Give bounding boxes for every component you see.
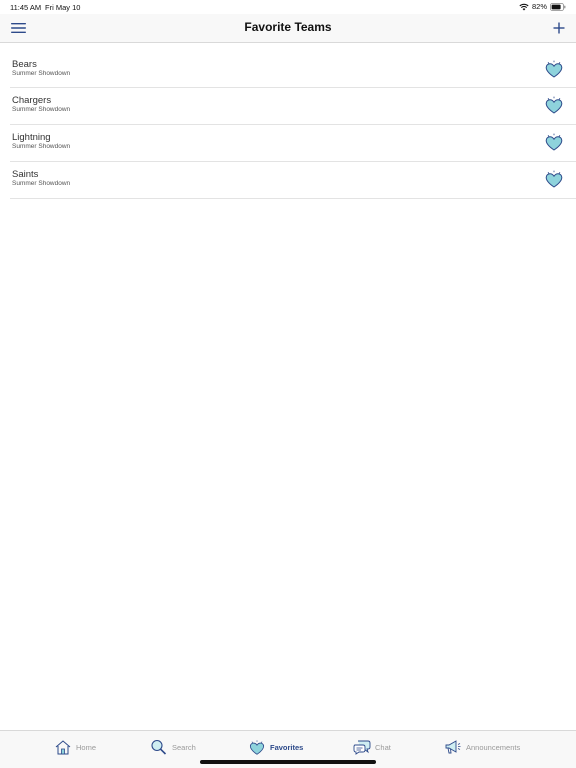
- battery-percent: 82%: [531, 2, 547, 11]
- team-name: Lightning: [12, 132, 51, 143]
- tab-label: Search: [172, 742, 196, 752]
- list-item[interactable]: Saints Summer Showdown: [10, 162, 576, 199]
- plus-icon: [553, 22, 565, 34]
- status-time: 11:45 AM: [10, 3, 42, 12]
- navigation-bar: Favorite Teams: [0, 14, 576, 43]
- chat-icon: [353, 740, 371, 755]
- heart-icon: [249, 739, 265, 755]
- tab-home[interactable]: Home: [54, 738, 96, 756]
- tab-favorites[interactable]: Favorites: [248, 738, 303, 756]
- search-icon: [151, 739, 167, 755]
- list-item[interactable]: Chargers Summer Showdown: [10, 88, 576, 125]
- list-item[interactable]: Bears Summer Showdown: [10, 52, 576, 88]
- wifi-icon: [519, 3, 529, 11]
- battery-icon: [550, 2, 566, 11]
- status-bar: 11:45 AM Fri May 10 82%: [0, 0, 576, 14]
- tab-chat[interactable]: Chat: [353, 738, 391, 756]
- tab-label: Announcements: [466, 742, 521, 752]
- list-item[interactable]: Lightning Summer Showdown: [10, 125, 576, 162]
- team-event: Summer Showdown: [12, 70, 71, 77]
- tab-announcements[interactable]: Announcements: [444, 738, 520, 756]
- status-date: Fri May 10: [45, 3, 81, 12]
- home-indicator[interactable]: [200, 760, 376, 764]
- tab-search[interactable]: Search: [150, 738, 196, 756]
- team-name: Saints: [12, 169, 39, 180]
- favorite-teams-list: Bears Summer Showdown Chargers Summer Sh…: [10, 52, 576, 199]
- team-event: Summer Showdown: [12, 106, 71, 113]
- favorite-heart-icon[interactable]: [544, 95, 564, 115]
- page-title: Favorite Teams: [244, 20, 332, 34]
- home-icon: [55, 740, 71, 755]
- team-name: Bears: [12, 59, 37, 70]
- tab-label: Chat: [375, 742, 391, 752]
- favorite-heart-icon[interactable]: [544, 59, 564, 79]
- megaphone-icon: [445, 740, 461, 754]
- favorite-heart-icon[interactable]: [544, 132, 564, 152]
- team-event: Summer Showdown: [12, 180, 71, 187]
- favorite-teams-screen: 11:45 AM Fri May 10 82% Favorite Teams B…: [0, 0, 576, 768]
- favorite-heart-icon[interactable]: [544, 169, 564, 189]
- tab-label: Home: [76, 742, 97, 752]
- status-indicators: 82%: [519, 2, 566, 11]
- team-event: Summer Showdown: [12, 143, 71, 150]
- tab-label: Favorites: [270, 742, 304, 752]
- add-team-button[interactable]: [551, 20, 567, 36]
- team-name: Chargers: [12, 95, 52, 106]
